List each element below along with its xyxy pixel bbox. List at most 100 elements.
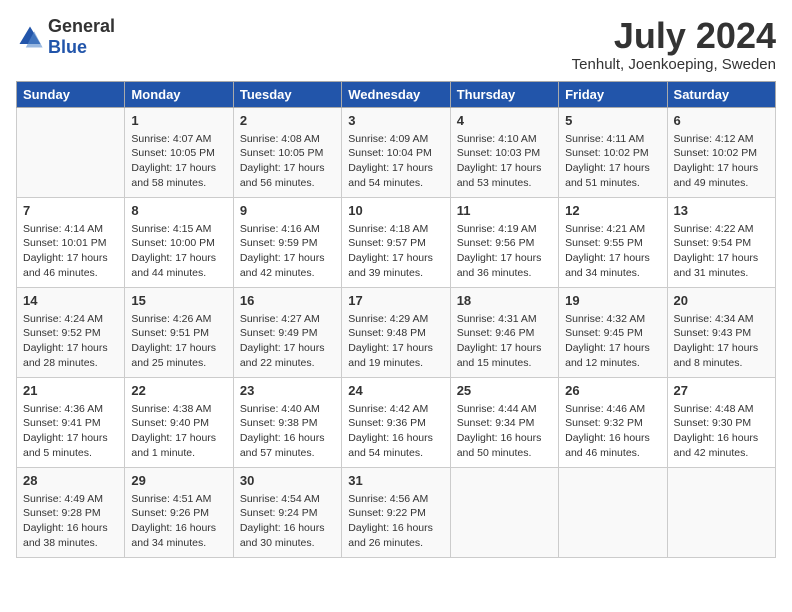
day-number: 26 [565, 382, 660, 400]
calendar-body: 1 Sunrise: 4:07 AMSunset: 10:05 PMDayligh… [17, 107, 776, 557]
calendar-week-2: 7Sunrise: 4:14 AMSunset: 10:01 PMDayligh… [17, 197, 776, 287]
day-info: Sunrise: 4:12 AMSunset: 10:02 PMDaylight… [674, 132, 769, 191]
day-info: Sunrise: 4:36 AMSunset: 9:41 PMDaylight:… [23, 402, 118, 461]
day-number: 9 [240, 202, 335, 220]
title-block: July 2024 Tenhult, Joenkoeping, Sweden [572, 16, 776, 73]
day-info: Sunrise: 4:10 AMSunset: 10:03 PMDaylight… [457, 132, 552, 191]
day-number: 31 [348, 472, 443, 490]
day-info: Sunrise: 4:29 AMSunset: 9:48 PMDaylight:… [348, 312, 443, 371]
logo-text-general: General [48, 16, 115, 36]
calendar-cell: 15Sunrise: 4:26 AMSunset: 9:51 PMDayligh… [125, 287, 233, 377]
day-number: 20 [674, 292, 769, 310]
day-info: Sunrise: 4:54 AMSunset: 9:24 PMDaylight:… [240, 492, 335, 551]
calendar-cell: 9 Sunrise: 4:16 AMSunset: 9:59 PMDaylight… [233, 197, 341, 287]
month-title: July 2024 [572, 16, 776, 56]
calendar-cell: 10Sunrise: 4:18 AMSunset: 9:57 PMDayligh… [342, 197, 450, 287]
calendar-cell: 6 Sunrise: 4:12 AMSunset: 10:02 PMDayligh… [667, 107, 775, 197]
day-number: 16 [240, 292, 335, 310]
day-number: 6 [674, 112, 769, 130]
calendar-cell: 12 Sunrise: 4:21 AMSunset: 9:55 PMDayligh… [559, 197, 667, 287]
header-day-friday: Friday [559, 81, 667, 107]
day-info: Sunrise: 4:44 AMSunset: 9:34 PMDaylight:… [457, 402, 552, 461]
day-number: 18 [457, 292, 552, 310]
calendar-header-row: SundayMondayTuesdayWednesdayThursdayFrid… [17, 81, 776, 107]
calendar-cell: 18 Sunrise: 4:31 AMSunset: 9:46 PMDayligh… [450, 287, 558, 377]
calendar-week-3: 14 Sunrise: 4:24 AMSunset: 9:52 PMDayligh… [17, 287, 776, 377]
day-number: 17 [348, 292, 443, 310]
calendar-cell: 1 Sunrise: 4:07 AMSunset: 10:05 PMDayligh… [125, 107, 233, 197]
calendar-cell: 19 Sunrise: 4:32 AMSunset: 9:45 PMDayligh… [559, 287, 667, 377]
day-number: 11 [457, 202, 552, 220]
day-info: Sunrise: 4:38 AMSunset: 9:40 PMDaylight:… [131, 402, 226, 461]
day-number: 5 [565, 112, 660, 130]
day-number: 28 [23, 472, 118, 490]
calendar-cell: 30Sunrise: 4:54 AMSunset: 9:24 PMDayligh… [233, 467, 341, 557]
location-title: Tenhult, Joenkoeping, Sweden [572, 56, 776, 73]
calendar-cell: 28 Sunrise: 4:49 AMSunset: 9:28 PMDayligh… [17, 467, 125, 557]
day-number: 12 [565, 202, 660, 220]
day-number: 27 [674, 382, 769, 400]
day-number: 25 [457, 382, 552, 400]
day-info: Sunrise: 4:15 AMSunset: 10:00 PMDaylight… [131, 222, 226, 281]
calendar-table: SundayMondayTuesdayWednesdayThursdayFrid… [16, 81, 776, 558]
logo: General Blue [16, 16, 115, 58]
calendar-week-5: 28 Sunrise: 4:49 AMSunset: 9:28 PMDayligh… [17, 467, 776, 557]
calendar-cell: 4Sunrise: 4:10 AMSunset: 10:03 PMDayligh… [450, 107, 558, 197]
day-number: 19 [565, 292, 660, 310]
day-number: 8 [131, 202, 226, 220]
calendar-cell: 29 Sunrise: 4:51 AMSunset: 9:26 PMDayligh… [125, 467, 233, 557]
day-info: Sunrise: 4:21 AMSunset: 9:55 PMDaylight:… [565, 222, 660, 281]
header-day-saturday: Saturday [667, 81, 775, 107]
calendar-cell: 21Sunrise: 4:36 AMSunset: 9:41 PMDayligh… [17, 377, 125, 467]
day-number: 1 [131, 112, 226, 130]
day-number: 3 [348, 112, 443, 130]
calendar-cell [667, 467, 775, 557]
calendar-cell: 7Sunrise: 4:14 AMSunset: 10:01 PMDayligh… [17, 197, 125, 287]
day-info: Sunrise: 4:51 AMSunset: 9:26 PMDaylight:… [131, 492, 226, 551]
day-info: Sunrise: 4:56 AMSunset: 9:22 PMDaylight:… [348, 492, 443, 551]
day-info: Sunrise: 4:34 AMSunset: 9:43 PMDaylight:… [674, 312, 769, 371]
day-info: Sunrise: 4:31 AMSunset: 9:46 PMDaylight:… [457, 312, 552, 371]
day-number: 2 [240, 112, 335, 130]
day-info: Sunrise: 4:40 AMSunset: 9:38 PMDaylight:… [240, 402, 335, 461]
day-info: Sunrise: 4:48 AMSunset: 9:30 PMDaylight:… [674, 402, 769, 461]
day-number: 23 [240, 382, 335, 400]
calendar-cell: 31 Sunrise: 4:56 AMSunset: 9:22 PMDayligh… [342, 467, 450, 557]
day-info: Sunrise: 4:16 AMSunset: 9:59 PMDaylight:… [240, 222, 335, 281]
calendar-cell: 27 Sunrise: 4:48 AMSunset: 9:30 PMDayligh… [667, 377, 775, 467]
day-number: 15 [131, 292, 226, 310]
calendar-week-4: 21Sunrise: 4:36 AMSunset: 9:41 PMDayligh… [17, 377, 776, 467]
calendar-cell: 14 Sunrise: 4:24 AMSunset: 9:52 PMDayligh… [17, 287, 125, 377]
header-day-thursday: Thursday [450, 81, 558, 107]
day-number: 22 [131, 382, 226, 400]
day-number: 29 [131, 472, 226, 490]
day-info: Sunrise: 4:08 AMSunset: 10:05 PMDaylight… [240, 132, 335, 191]
day-info: Sunrise: 4:07 AMSunset: 10:05 PMDaylight… [131, 132, 226, 191]
header-day-wednesday: Wednesday [342, 81, 450, 107]
calendar-cell: 17 Sunrise: 4:29 AMSunset: 9:48 PMDayligh… [342, 287, 450, 377]
day-number: 10 [348, 202, 443, 220]
day-number: 7 [23, 202, 118, 220]
calendar-cell: 16Sunrise: 4:27 AMSunset: 9:49 PMDayligh… [233, 287, 341, 377]
calendar-cell: 5Sunrise: 4:11 AMSunset: 10:02 PMDayligh… [559, 107, 667, 197]
calendar-cell: 26 Sunrise: 4:46 AMSunset: 9:32 PMDayligh… [559, 377, 667, 467]
calendar-cell [17, 107, 125, 197]
page-header: General Blue July 2024 Tenhult, Joenkoep… [16, 16, 776, 73]
day-info: Sunrise: 4:24 AMSunset: 9:52 PMDaylight:… [23, 312, 118, 371]
day-number: 14 [23, 292, 118, 310]
calendar-week-1: 1 Sunrise: 4:07 AMSunset: 10:05 PMDayligh… [17, 107, 776, 197]
day-info: Sunrise: 4:49 AMSunset: 9:28 PMDaylight:… [23, 492, 118, 551]
calendar-cell: 25 Sunrise: 4:44 AMSunset: 9:34 PMDayligh… [450, 377, 558, 467]
calendar-cell [450, 467, 558, 557]
day-info: Sunrise: 4:32 AMSunset: 9:45 PMDaylight:… [565, 312, 660, 371]
day-info: Sunrise: 4:09 AMSunset: 10:04 PMDaylight… [348, 132, 443, 191]
day-info: Sunrise: 4:22 AMSunset: 9:54 PMDaylight:… [674, 222, 769, 281]
calendar-cell: 22 Sunrise: 4:38 AMSunset: 9:40 PMDayligh… [125, 377, 233, 467]
logo-icon [16, 23, 44, 51]
calendar-cell [559, 467, 667, 557]
day-info: Sunrise: 4:46 AMSunset: 9:32 PMDaylight:… [565, 402, 660, 461]
calendar-cell: 20 Sunrise: 4:34 AMSunset: 9:43 PMDayligh… [667, 287, 775, 377]
logo-text-blue: Blue [48, 37, 87, 57]
calendar-cell: 23 Sunrise: 4:40 AMSunset: 9:38 PMDayligh… [233, 377, 341, 467]
header-day-tuesday: Tuesday [233, 81, 341, 107]
